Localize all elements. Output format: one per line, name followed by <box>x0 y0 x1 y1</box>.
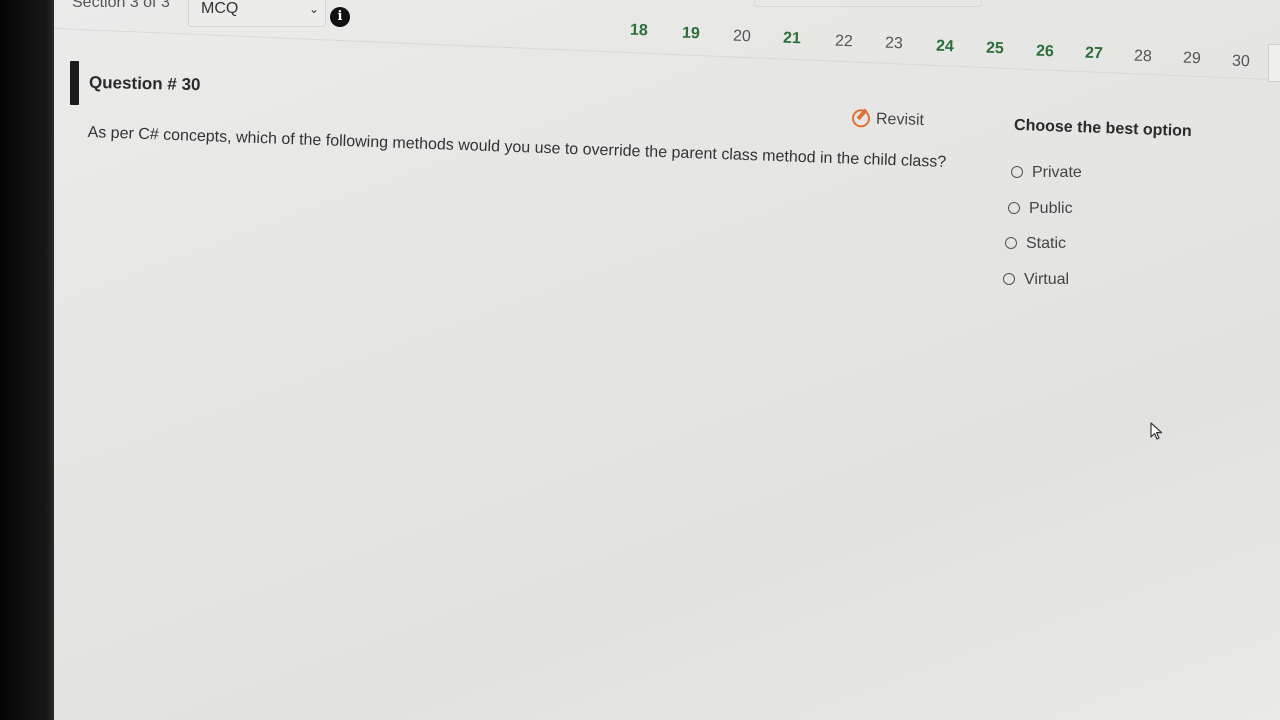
answer-option-public[interactable]: Public <box>1008 200 1073 218</box>
question-nav-item[interactable]: 30 <box>1232 53 1250 72</box>
revisit-button[interactable]: Revisit <box>851 109 925 130</box>
question-nav-item[interactable]: 23 <box>885 35 903 54</box>
question-nav-item[interactable]: 22 <box>835 33 853 52</box>
option-label: Virtual <box>1024 271 1070 288</box>
question-nav-item[interactable]: 27 <box>1085 45 1103 64</box>
question-navigator: 18 19 20 21 22 23 24 25 26 27 28 29 30 <box>54 0 1280 82</box>
answer-option-static[interactable]: Static <box>1005 235 1066 253</box>
question-text: As per C# concepts, which of the followi… <box>87 123 947 171</box>
question-nav-item[interactable]: 21 <box>783 30 801 49</box>
answer-option-private[interactable]: Private <box>1011 164 1082 182</box>
question-nav-item[interactable]: 19 <box>682 25 700 44</box>
question-nav-item[interactable]: 18 <box>630 22 648 41</box>
answer-option-virtual[interactable]: Virtual <box>1003 271 1069 289</box>
question-nav-item[interactable]: 24 <box>936 38 954 57</box>
radio-icon[interactable] <box>1003 273 1015 285</box>
revisit-icon <box>851 109 871 128</box>
question-nav-next-button[interactable] <box>1268 44 1280 82</box>
mouse-pointer-icon <box>1150 422 1163 440</box>
question-nav-item[interactable]: 26 <box>1036 43 1054 62</box>
question-nav-item[interactable]: 28 <box>1134 48 1152 67</box>
test-screen: Section 3 of 3 MCQ ⌄ i 18 19 20 21 22 23… <box>54 0 1280 720</box>
radio-icon[interactable] <box>1008 202 1020 214</box>
revisit-label: Revisit <box>875 110 925 129</box>
option-label: Static <box>1026 235 1067 252</box>
radio-icon[interactable] <box>1011 166 1023 178</box>
question-marker-bar <box>70 61 79 105</box>
radio-icon[interactable] <box>1005 237 1017 249</box>
question-nav-item[interactable]: 20 <box>733 28 751 47</box>
question-nav-item[interactable]: 25 <box>986 40 1004 59</box>
question-nav-item[interactable]: 29 <box>1183 50 1201 69</box>
answer-heading: Choose the best option <box>1013 116 1193 141</box>
option-label: Private <box>1032 164 1082 181</box>
option-label: Public <box>1029 200 1073 217</box>
monitor-bezel <box>0 0 54 720</box>
question-title: Question # 30 <box>88 72 201 95</box>
